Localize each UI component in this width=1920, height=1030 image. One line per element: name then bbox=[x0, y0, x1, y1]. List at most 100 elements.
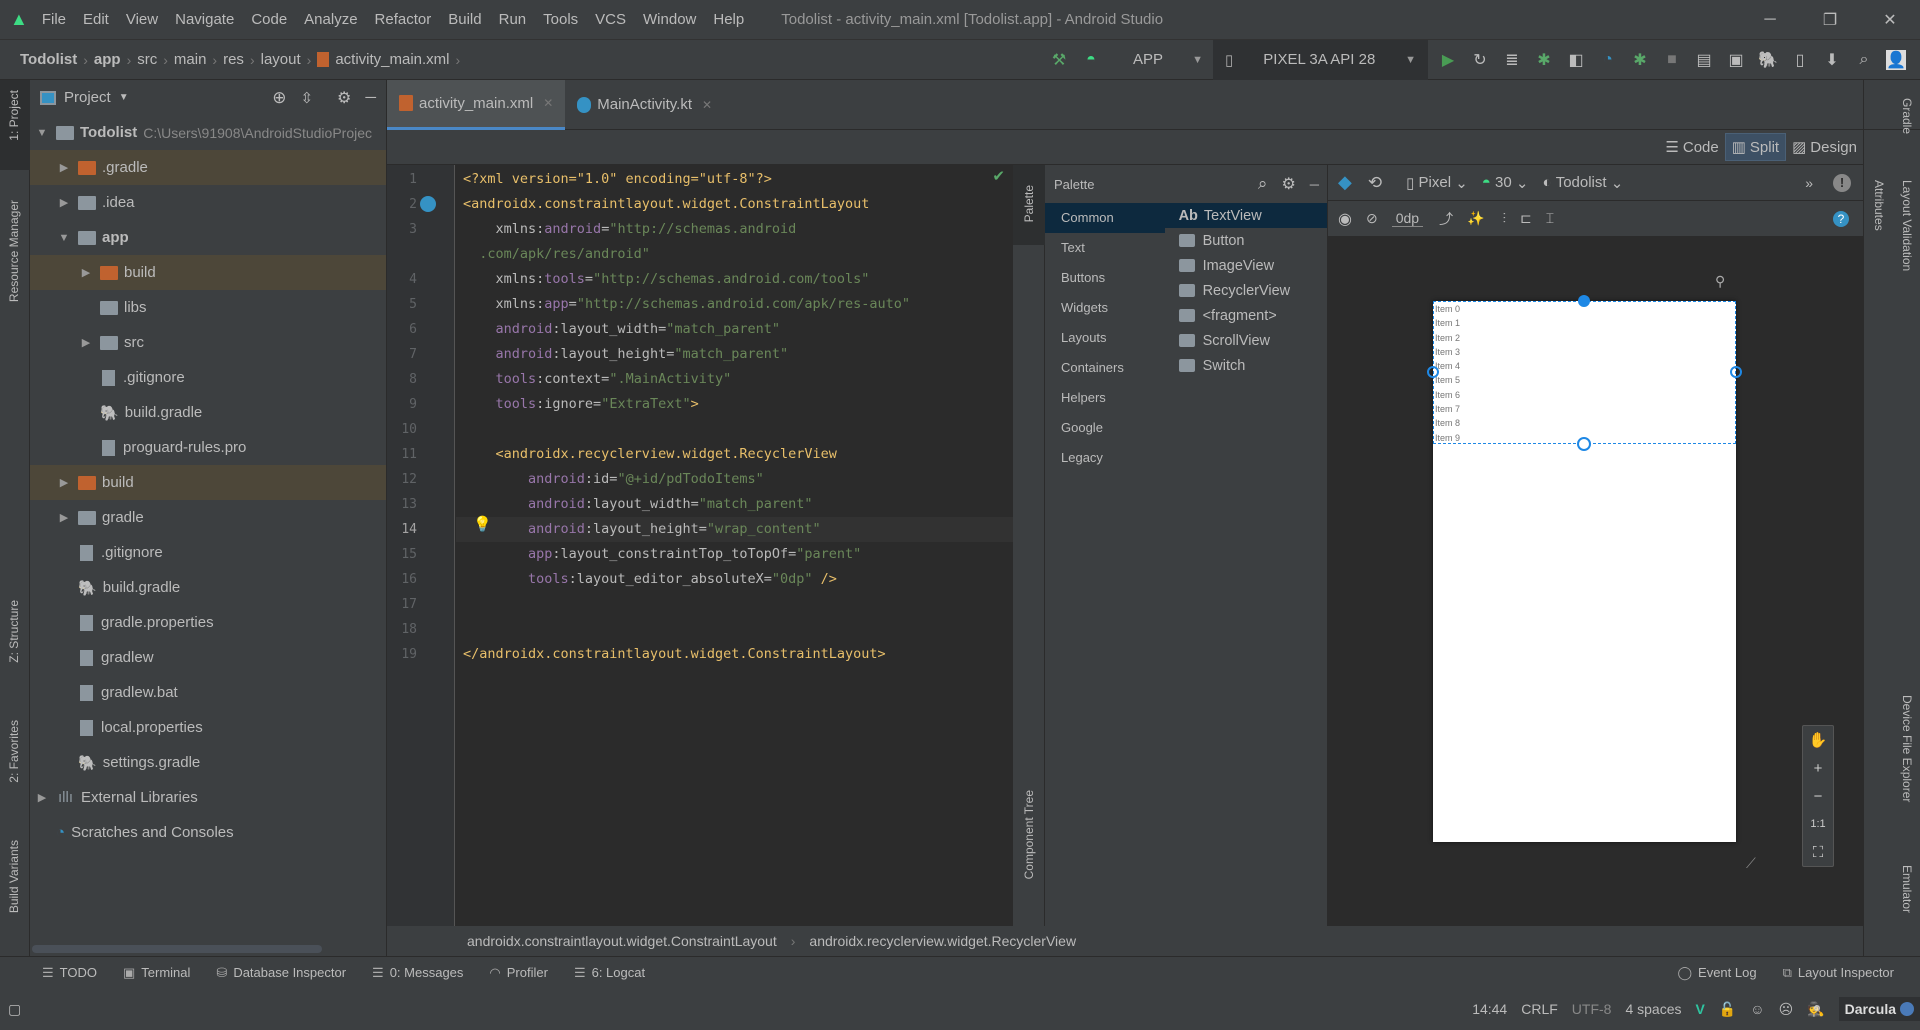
device-file-explorer-tool-tab[interactable]: Device File Explorer bbox=[1900, 695, 1914, 802]
chevron-down-icon[interactable]: ▼ bbox=[119, 92, 129, 103]
breadcrumb-item[interactable]: src bbox=[137, 51, 157, 68]
expand-right-icon[interactable]: ▶ bbox=[56, 161, 72, 174]
project-view-select[interactable]: Project bbox=[64, 89, 111, 106]
constraint-handle-top[interactable] bbox=[1578, 295, 1590, 307]
breadcrumb-item[interactable]: activity_main.xml bbox=[335, 51, 449, 68]
menu-code[interactable]: Code bbox=[251, 11, 287, 28]
breadcrumb-item[interactable]: layout bbox=[261, 51, 301, 68]
autoconnect-icon[interactable]: ⊘ bbox=[1366, 210, 1378, 227]
menu-refactor[interactable]: Refactor bbox=[375, 11, 432, 28]
code-line[interactable]: <androidx.constraintlayout.widget.Constr… bbox=[463, 192, 869, 217]
apply-code-changes-icon[interactable]: ≣ bbox=[1502, 50, 1522, 70]
palette-category-google[interactable]: Google bbox=[1045, 413, 1165, 443]
tree-item[interactable]: .gitignore bbox=[30, 535, 386, 570]
menu-vcs[interactable]: VCS bbox=[595, 11, 626, 28]
tree-item[interactable]: ▶ .idea bbox=[30, 185, 386, 220]
tree-item[interactable]: ▶ build bbox=[30, 465, 386, 500]
build-variants-tool-tab[interactable]: Build Variants bbox=[7, 840, 21, 913]
expand-right-icon[interactable]: ▶ bbox=[78, 266, 94, 279]
tree-item[interactable]: proguard-rules.pro bbox=[30, 430, 386, 465]
constraint-handle-left[interactable] bbox=[1427, 366, 1439, 378]
tree-item[interactable]: local.properties bbox=[30, 710, 386, 745]
palette-category-helpers[interactable]: Helpers bbox=[1045, 383, 1165, 413]
margin-icon[interactable]: ⌶ bbox=[1546, 210, 1554, 227]
tree-item[interactable]: gradlew.bat bbox=[30, 675, 386, 710]
view-options-icon[interactable]: ◉ bbox=[1338, 209, 1352, 229]
tool-window-6-logcat[interactable]: ☰ 6: Logcat bbox=[574, 965, 645, 981]
gear-icon[interactable]: ⚙ bbox=[1281, 174, 1295, 194]
sdk-manager-icon[interactable]: ⬇ bbox=[1822, 50, 1842, 70]
menu-help[interactable]: Help bbox=[713, 11, 744, 28]
resize-handle-icon[interactable]: ⟋ bbox=[1746, 855, 1756, 872]
zoom-actual-button[interactable]: 1:1 bbox=[1803, 810, 1833, 838]
code-line[interactable]: android:layout_height="wrap_content" bbox=[463, 517, 821, 542]
component-tree-tool-tab[interactable]: Component Tree bbox=[1022, 790, 1036, 879]
palette-widget[interactable]: Switch bbox=[1165, 353, 1327, 378]
tree-item[interactable]: ▶ src bbox=[30, 325, 386, 360]
tool-window-todo[interactable]: ☰ TODO bbox=[42, 965, 97, 981]
project-tool-tab[interactable]: 1: Project bbox=[7, 90, 21, 141]
breadcrumb-item[interactable]: res bbox=[223, 51, 244, 68]
code-line[interactable]: tools:layout_editor_absoluteX="0dp" /> bbox=[463, 567, 837, 592]
orientation-icon[interactable]: ⟲ bbox=[1368, 173, 1382, 193]
palette-tool-tab[interactable]: Palette bbox=[1022, 185, 1036, 222]
layout-validation-tool-tab[interactable]: Layout Validation bbox=[1900, 180, 1914, 271]
tree-item[interactable]: 🐘 settings.gradle bbox=[30, 745, 386, 780]
tree-item[interactable]: ◔ Scratches and Consoles bbox=[30, 815, 386, 850]
expand-right-icon[interactable]: ▶ bbox=[56, 196, 72, 209]
hide-icon[interactable]: ─ bbox=[365, 89, 376, 106]
profile-icon[interactable]: ◔ bbox=[1598, 50, 1618, 70]
locate-icon[interactable]: ⊕ bbox=[272, 88, 286, 108]
guidelines-icon[interactable]: ⫶ bbox=[1503, 210, 1507, 227]
split-mode-button[interactable]: ▥ Split bbox=[1724, 133, 1787, 161]
menu-run[interactable]: Run bbox=[499, 11, 527, 28]
project-structure-icon[interactable]: ▤ bbox=[1694, 50, 1714, 70]
menu-edit[interactable]: Edit bbox=[83, 11, 109, 28]
code-line[interactable]: .com/apk/res/android" bbox=[463, 242, 650, 267]
emulator-tool-tab[interactable]: Emulator bbox=[1900, 865, 1914, 913]
breadcrumb-item[interactable]: app bbox=[94, 51, 121, 68]
zoom-out-button[interactable]: − bbox=[1803, 782, 1833, 810]
palette-category-widgets[interactable]: Widgets bbox=[1045, 293, 1165, 323]
clear-constraints-icon[interactable]: ⤴ bbox=[1439, 209, 1453, 229]
code-line[interactable]: android:layout_width="match_parent" bbox=[463, 492, 813, 517]
expand-right-icon[interactable]: ▶ bbox=[34, 791, 50, 804]
horizontal-scrollbar[interactable] bbox=[32, 945, 322, 953]
attributes-tool-tab[interactable]: Attributes bbox=[1872, 180, 1886, 231]
code-line[interactable]: </androidx.constraintlayout.widget.Const… bbox=[463, 642, 886, 667]
tool-window-profiler[interactable]: ◠ Profiler bbox=[489, 965, 548, 981]
bulb-icon[interactable]: 💡 bbox=[473, 515, 492, 533]
coverage-icon[interactable]: ◧ bbox=[1566, 50, 1586, 70]
menu-view[interactable]: View bbox=[126, 11, 158, 28]
palette-category-layouts[interactable]: Layouts bbox=[1045, 323, 1165, 353]
file-encoding[interactable]: UTF-8 bbox=[1572, 1001, 1612, 1017]
tool-window-database-inspector[interactable]: ⛁ Database Inspector bbox=[216, 965, 346, 981]
align-icon[interactable]: ⊏ bbox=[1520, 210, 1532, 227]
palette-widget[interactable]: RecyclerView bbox=[1165, 278, 1327, 303]
vcs-icon[interactable]: V bbox=[1696, 1001, 1705, 1017]
device-select[interactable]: ▯ PIXEL 3A API 28 ▼ bbox=[1213, 39, 1428, 80]
kotlin-class-gutter-icon[interactable] bbox=[420, 196, 436, 212]
code-editor[interactable]: 1 2 3 4 5 6 7 8 9 10 11 12 13 14 15 16 17 18 19 <?xml vers… bbox=[387, 165, 1013, 926]
resource-manager-tool-tab[interactable]: Resource Manager bbox=[7, 200, 21, 302]
palette-category-buttons[interactable]: Buttons bbox=[1045, 263, 1165, 293]
favorites-tool-tab[interactable]: 2: Favorites bbox=[7, 720, 21, 783]
code-line[interactable]: android:layout_height="match_parent" bbox=[463, 342, 789, 367]
api-selector[interactable]: ◓ 30 ⌄ bbox=[1482, 174, 1529, 192]
help-icon[interactable]: ? bbox=[1833, 210, 1849, 227]
palette-widget[interactable]: Button bbox=[1165, 228, 1327, 253]
gradle-tool-tab[interactable]: Gradle bbox=[1900, 98, 1914, 134]
theme-indicator[interactable]: Darcula bbox=[1838, 997, 1920, 1021]
code-line[interactable]: xmlns:app="http://schemas.android.com/ap… bbox=[463, 292, 911, 317]
attach-debugger-icon[interactable]: ✱ bbox=[1630, 50, 1650, 70]
pan-hand-icon[interactable]: ✋ bbox=[1803, 726, 1833, 754]
avd-manager-icon[interactable]: ▯ bbox=[1790, 50, 1810, 70]
tree-item[interactable]: libs bbox=[30, 290, 386, 325]
tool-window-layout-inspector[interactable]: ⧉ Layout Inspector bbox=[1783, 965, 1894, 981]
menu-window[interactable]: Window bbox=[643, 11, 696, 28]
more-icon[interactable]: » bbox=[1805, 175, 1813, 191]
run-config-select[interactable]: APP ▼ bbox=[1113, 51, 1203, 68]
device-selector[interactable]: ▯ Pixel ⌄ bbox=[1406, 174, 1468, 192]
palette-widget[interactable]: ImageView bbox=[1165, 253, 1327, 278]
tool-window-event-log[interactable]: ◯ Event Log bbox=[1677, 965, 1756, 981]
